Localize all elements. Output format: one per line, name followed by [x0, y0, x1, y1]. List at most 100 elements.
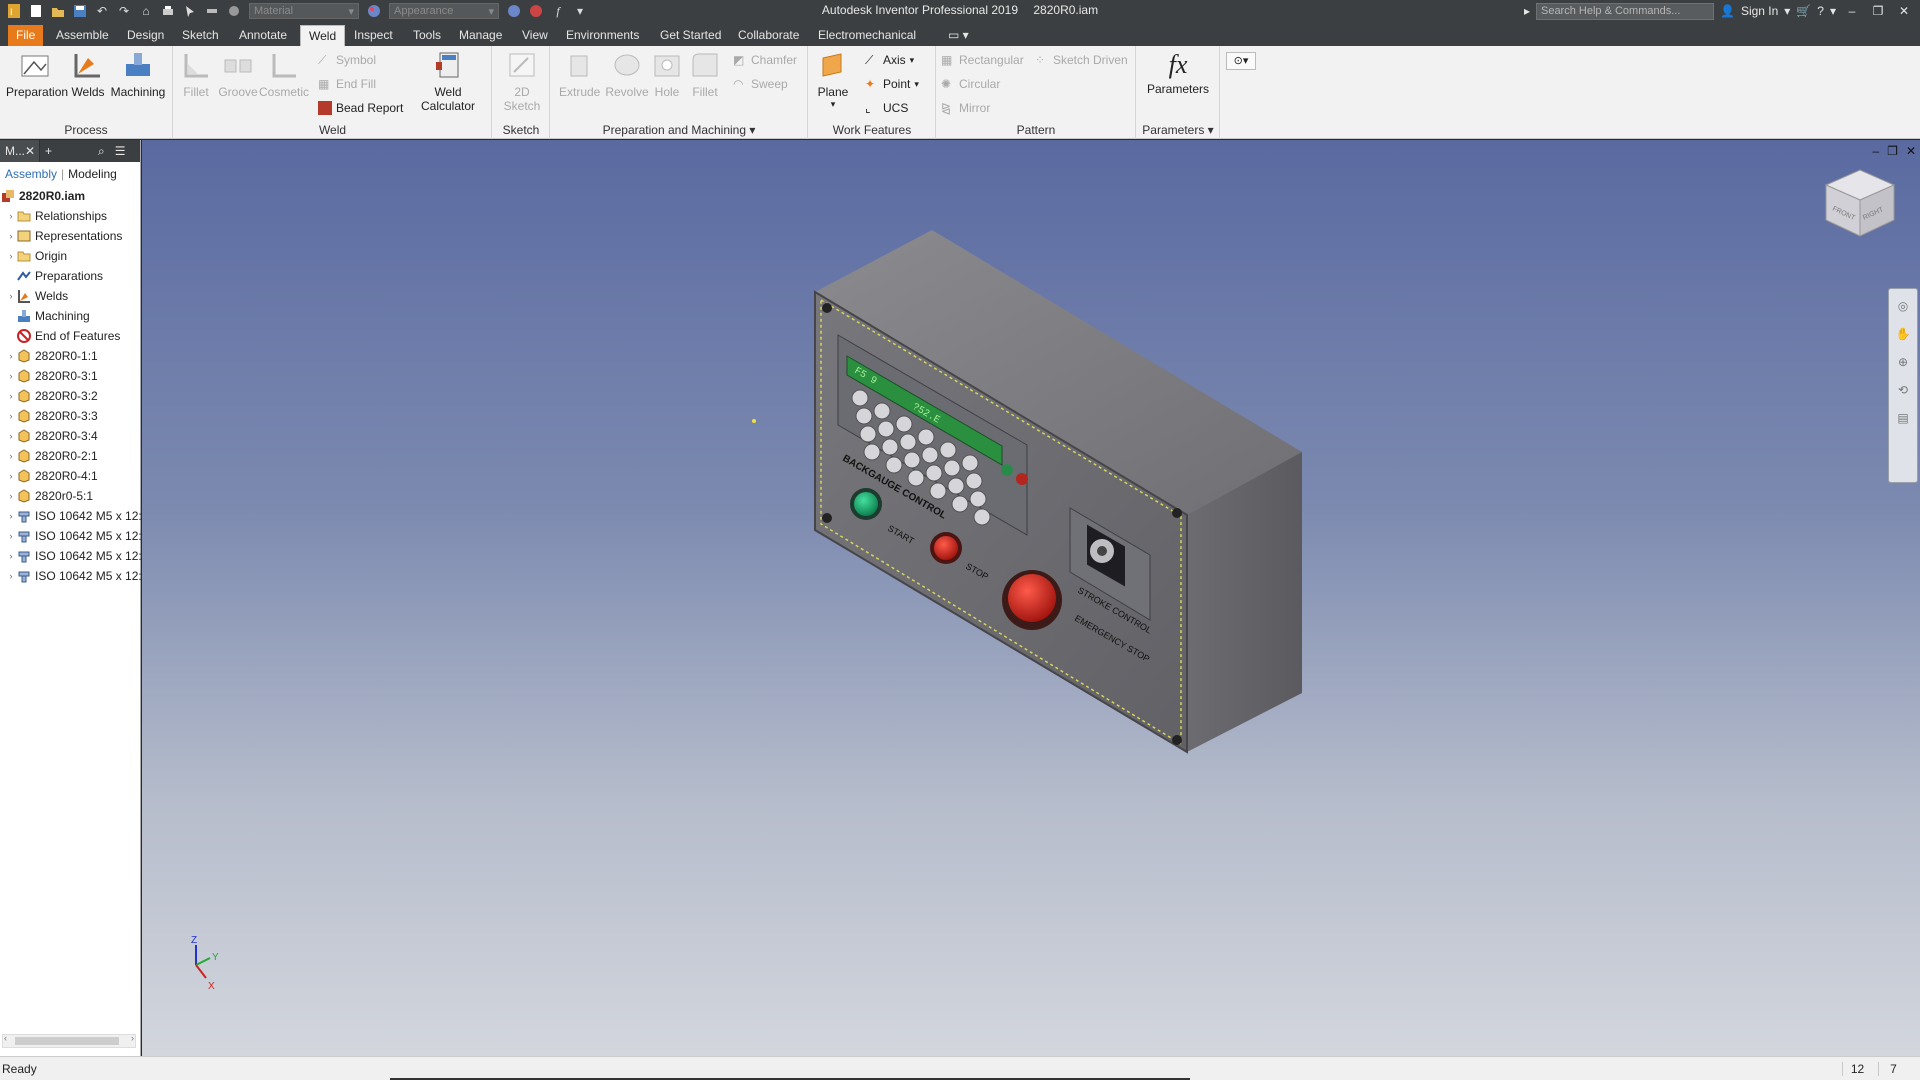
chamfer-button[interactable]: ◩ Chamfer: [733, 50, 797, 70]
tab-view[interactable]: View: [514, 25, 556, 46]
expand-chevron-icon[interactable]: ›: [6, 231, 16, 241]
tab-electromechanical[interactable]: Electromechanical: [810, 25, 924, 46]
bead-report-button[interactable]: Bead Report: [318, 98, 403, 118]
tab-tools[interactable]: Tools: [405, 25, 449, 46]
fillet-feature-button[interactable]: Fillet: [687, 50, 723, 99]
material-combo[interactable]: Material ▾: [249, 3, 359, 19]
search-icon[interactable]: ⌕: [93, 140, 110, 162]
circular-pattern-button[interactable]: ✺ Circular: [941, 74, 1000, 94]
rectangular-pattern-button[interactable]: ▦ Rectangular: [941, 50, 1024, 70]
axis-button[interactable]: ⟋ Axis ▾: [865, 50, 914, 70]
tab-manage[interactable]: Manage: [451, 25, 510, 46]
tree-item-welds[interactable]: › Welds: [6, 286, 68, 306]
tree-root[interactable]: 2820R0.iam: [0, 186, 85, 206]
preparation-button[interactable]: Preparation: [6, 50, 68, 99]
steering-wheel-icon[interactable]: ◎: [1892, 295, 1914, 317]
sketch-driven-button[interactable]: ⁘ Sketch Driven: [1035, 50, 1128, 70]
extrude-button[interactable]: Extrude: [559, 50, 600, 99]
panel-title-prep-machining[interactable]: Preparation and Machining ▾: [551, 123, 807, 137]
restore-button[interactable]: ❐: [1868, 4, 1888, 18]
hole-button[interactable]: Hole: [649, 50, 685, 99]
ribbon-overflow-button[interactable]: ⊙▾: [1226, 52, 1256, 70]
expand-chevron-icon[interactable]: ›: [6, 431, 16, 441]
tab-inspect[interactable]: Inspect: [346, 25, 401, 46]
pan-icon[interactable]: ✋: [1892, 323, 1914, 345]
tab-get-started[interactable]: Get Started: [652, 25, 729, 46]
tree-item-part[interactable]: › 2820r0-5:1: [6, 486, 94, 506]
tab-sketch[interactable]: Sketch: [174, 25, 227, 46]
expand-chevron-icon[interactable]: ›: [6, 391, 16, 401]
cart-icon[interactable]: 🛒: [1796, 4, 1811, 18]
revolve-button[interactable]: Revolve: [605, 50, 649, 99]
expand-chevron-icon[interactable]: ›: [6, 451, 16, 461]
machining-button[interactable]: Machining: [108, 50, 168, 99]
new-file-icon[interactable]: [26, 2, 46, 20]
tab-design[interactable]: Design: [119, 25, 172, 46]
tree-item-fastener[interactable]: › ISO 10642 M5 x 12:4: [6, 566, 149, 586]
fx-icon[interactable]: f: [548, 2, 568, 20]
cosmetic-button[interactable]: Cosmetic: [258, 50, 310, 99]
plane-button[interactable]: Plane ▾: [813, 50, 853, 110]
symbol-button[interactable]: ⟋ Symbol: [318, 50, 376, 70]
tab-environments[interactable]: Environments: [558, 25, 647, 46]
expand-chevron-icon[interactable]: ›: [6, 571, 16, 581]
help-icon[interactable]: ?: [1817, 4, 1824, 18]
ribbon-display-options-icon[interactable]: ▭ ▾: [940, 25, 977, 46]
tree-item-end-of-features[interactable]: End of Features: [6, 326, 120, 346]
menu-icon[interactable]: ☰: [110, 140, 131, 162]
tree-item-part[interactable]: › 2820R0-2:1: [6, 446, 98, 466]
tab-file[interactable]: File: [8, 25, 44, 46]
expand-chevron-icon[interactable]: ›: [6, 491, 16, 501]
expand-chevron-icon[interactable]: ›: [6, 551, 16, 561]
sign-in-button[interactable]: Sign In: [1741, 4, 1778, 18]
undo-icon[interactable]: ↶: [92, 2, 112, 20]
select-icon[interactable]: [180, 2, 200, 20]
scroll-left-icon[interactable]: ‹: [4, 1033, 7, 1043]
tab-collaborate[interactable]: Collaborate: [730, 25, 807, 46]
control-box-model[interactable]: F5 9 ?52.E BACKGAUGE CONTROL START STOP …: [814, 230, 1302, 754]
tree-item-relationships[interactable]: › Relationships: [6, 206, 108, 226]
update-icon[interactable]: [224, 2, 244, 20]
tree-item-machining[interactable]: Machining: [6, 306, 90, 326]
weld-calculator-button[interactable]: Weld Calculator: [416, 50, 480, 113]
parameters-button[interactable]: fx Parameters: [1141, 50, 1215, 96]
mode-modeling[interactable]: Modeling: [68, 167, 117, 181]
customize-qat-icon[interactable]: ▾: [570, 2, 590, 20]
appearance-ball-icon[interactable]: [364, 2, 384, 20]
tree-item-part[interactable]: › 2820R0-3:2: [6, 386, 98, 406]
open-folder-icon[interactable]: [48, 2, 68, 20]
tree-item-representations[interactable]: › Representations: [6, 226, 123, 246]
minimize-button[interactable]: –: [1842, 4, 1862, 18]
tree-item-fastener[interactable]: › ISO 10642 M5 x 12:3: [6, 546, 149, 566]
print-icon[interactable]: [158, 2, 178, 20]
tree-item-part[interactable]: › 2820R0-4:1: [6, 466, 98, 486]
tree-item-part[interactable]: › 2820R0-3:4: [6, 426, 98, 446]
expand-chevron-icon[interactable]: ›: [6, 371, 16, 381]
orbit-icon[interactable]: ⟲: [1892, 379, 1914, 401]
expand-chevron-icon[interactable]: ›: [6, 531, 16, 541]
expand-chevron-icon[interactable]: ›: [6, 211, 16, 221]
browser-tab[interactable]: M... ✕: [0, 140, 40, 162]
ucs-button[interactable]: ⌞ UCS: [865, 98, 908, 118]
redo-icon[interactable]: ↷: [114, 2, 134, 20]
groove-button[interactable]: Groove: [216, 50, 260, 99]
tab-annotate[interactable]: Annotate: [231, 25, 295, 46]
tree-item-fastener[interactable]: › ISO 10642 M5 x 12:2: [6, 526, 149, 546]
add-browser-icon[interactable]: +: [40, 140, 57, 162]
tree-item-part[interactable]: › 2820R0-1:1: [6, 346, 98, 366]
panel-title-parameters[interactable]: Parameters ▾: [1137, 123, 1219, 137]
look-at-icon[interactable]: ▤: [1892, 407, 1914, 429]
expand-chevron-icon[interactable]: ›: [6, 251, 16, 261]
expand-chevron-icon[interactable]: ›: [6, 351, 16, 361]
search-input[interactable]: Search Help & Commands...: [1535, 2, 1714, 20]
sign-in-dropdown-icon[interactable]: ▾: [1784, 4, 1790, 18]
mode-assembly[interactable]: Assembly: [5, 167, 57, 181]
expand-chevron-icon[interactable]: ›: [6, 471, 16, 481]
close-button[interactable]: ✕: [1894, 4, 1914, 18]
help-dropdown-icon[interactable]: ▾: [1830, 4, 1836, 18]
measure-icon[interactable]: [202, 2, 222, 20]
end-fill-button[interactable]: ▦ End Fill: [318, 74, 376, 94]
scroll-right-icon[interactable]: ›: [131, 1033, 134, 1043]
tree-item-part[interactable]: › 2820R0-3:3: [6, 406, 98, 426]
clear-appearance-icon[interactable]: [526, 2, 546, 20]
